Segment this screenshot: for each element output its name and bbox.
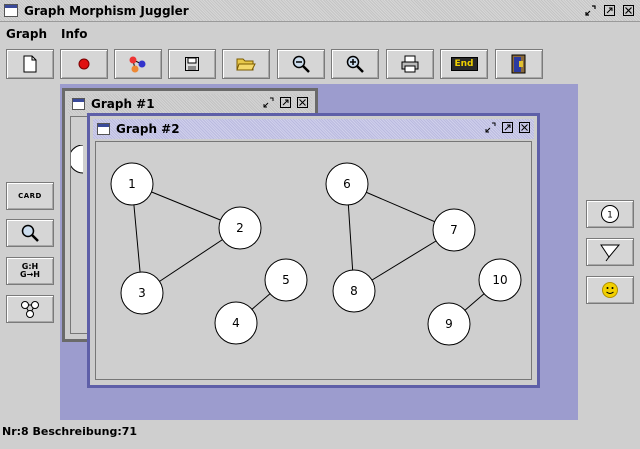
zoom-out-button[interactable]: [277, 49, 325, 79]
graph-node-4[interactable]: 4: [214, 301, 258, 345]
close-icon[interactable]: [518, 121, 531, 134]
minimize-icon: [585, 5, 596, 16]
smiley-button[interactable]: [586, 276, 634, 304]
card-icon: CARD: [18, 192, 42, 200]
smiley-icon: [602, 282, 618, 298]
zoom-out-icon: [292, 55, 310, 73]
maximize-icon[interactable]: [279, 96, 292, 109]
record-button[interactable]: [60, 49, 108, 79]
minimize-button[interactable]: [583, 3, 598, 18]
graph-node-2[interactable]: 2: [218, 206, 262, 250]
maximize-icon[interactable]: [501, 121, 514, 134]
save-button[interactable]: [168, 49, 216, 79]
graph-nodes-button[interactable]: [114, 49, 162, 79]
graph-frame-1-title: Graph #1: [91, 97, 155, 111]
graph-node-label: 6: [343, 177, 351, 191]
node-graph-icon: [21, 301, 39, 318]
graph-node-6[interactable]: 6: [325, 162, 369, 206]
menubar: Graph Info: [0, 23, 640, 45]
search-button[interactable]: [6, 219, 54, 247]
morphism-button[interactable]: G:H G→H: [6, 257, 54, 285]
close-icon[interactable]: [296, 96, 309, 109]
graph-node-label: 10: [492, 273, 507, 287]
graph-node-3[interactable]: 3: [120, 271, 164, 315]
zoom-in-button[interactable]: [331, 49, 379, 79]
print-button[interactable]: [386, 49, 434, 79]
graph-node-9[interactable]: 9: [427, 302, 471, 346]
exit-door-icon: [511, 54, 526, 74]
svg-text:1: 1: [607, 211, 613, 221]
card-button[interactable]: CARD: [6, 182, 54, 210]
graph-node-10[interactable]: 10: [478, 258, 522, 302]
graph-node-label: 7: [450, 223, 458, 237]
save-floppy-icon: [185, 57, 199, 71]
end-button[interactable]: End: [440, 49, 488, 79]
graph-frame-2[interactable]: Graph #2 1 2 3 4 5 6 7 8 9 10: [87, 113, 540, 388]
record-dot-icon: [78, 58, 90, 70]
add-node-button[interactable]: 1: [586, 200, 634, 228]
end-label-icon: End: [450, 57, 478, 71]
graph-node-label: 5: [282, 273, 290, 287]
graph-node-1[interactable]: 1: [110, 162, 154, 206]
graph-node-label: 4: [232, 316, 240, 330]
maximize-button[interactable]: [602, 3, 617, 18]
status-text: Nr:8 Beschreibung:71: [2, 425, 138, 438]
morphism-mapping-icon: G:H G→H: [20, 262, 40, 279]
graph-nodes-icon: [129, 56, 146, 73]
graph-node-label: 9: [445, 317, 453, 331]
graph-node-8[interactable]: 8: [332, 269, 376, 313]
iconify-icon[interactable]: [262, 96, 275, 109]
print-icon: [401, 55, 419, 73]
open-button[interactable]: [222, 49, 270, 79]
app-titlebar[interactable]: Graph Morphism Juggler: [0, 0, 640, 22]
graph-frame-1-titlebar[interactable]: Graph #1: [68, 94, 312, 114]
new-document-button[interactable]: [6, 49, 54, 79]
graph-frame-2-titlebar[interactable]: Graph #2: [93, 119, 534, 139]
zoom-in-icon: [346, 55, 364, 73]
add-node-icon: 1: [601, 205, 619, 223]
edge-drawing-icon: [600, 244, 621, 262]
graph-node-5[interactable]: 5: [264, 258, 308, 302]
search-magnifier-icon: [21, 224, 39, 242]
maximize-icon: [604, 5, 615, 16]
app-window-icon: [4, 4, 18, 17]
frame-icon: [97, 123, 110, 135]
exit-button[interactable]: [495, 49, 543, 79]
graph-node-label: 1: [128, 177, 136, 191]
close-icon: [623, 5, 634, 16]
node-graph-button[interactable]: [6, 295, 54, 323]
app-title: Graph Morphism Juggler: [24, 4, 189, 18]
graph-frame-2-title: Graph #2: [116, 122, 180, 136]
iconify-icon[interactable]: [484, 121, 497, 134]
frame-icon: [72, 98, 85, 110]
graph-node-7[interactable]: 7: [432, 208, 476, 252]
graph-frame-2-canvas[interactable]: 1 2 3 4 5 6 7 8 9 10: [95, 141, 532, 380]
open-folder-icon: [236, 58, 256, 71]
close-button[interactable]: [621, 3, 636, 18]
graph-2-drawing[interactable]: 1 2 3 4 5 6 7 8 9 10: [96, 142, 537, 385]
graph-node-label: 2: [236, 221, 244, 235]
graph-node-label: 3: [138, 286, 146, 300]
menu-graph[interactable]: Graph: [6, 27, 47, 41]
edge-drawing-button[interactable]: [586, 238, 634, 266]
new-document-icon: [23, 55, 37, 73]
graph-node-label: 8: [350, 284, 358, 298]
menu-info[interactable]: Info: [61, 27, 87, 41]
